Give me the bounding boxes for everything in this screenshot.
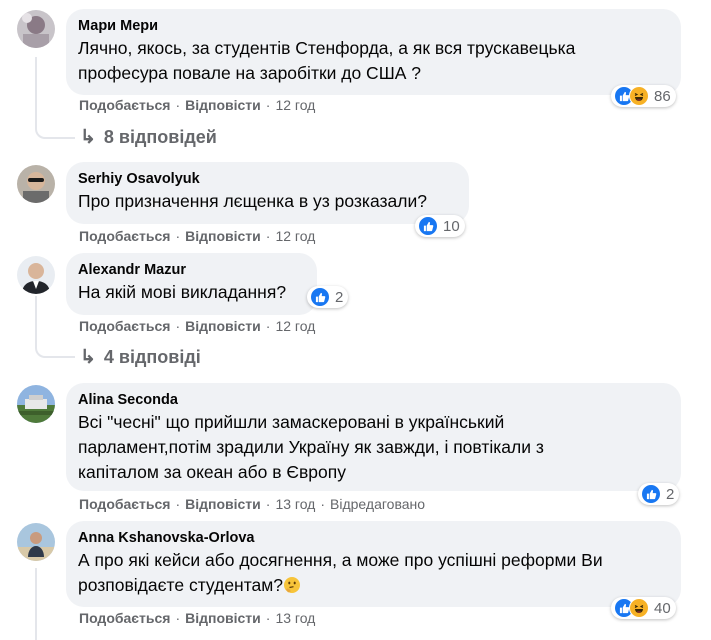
comment-text: Лячно, якось, за студентів Стенфорда, а … (78, 38, 576, 83)
reaction-summary[interactable]: 10 (415, 215, 465, 237)
reaction-count: 10 (443, 217, 460, 235)
reply-button[interactable]: Відповісти (185, 97, 261, 113)
thread-line (35, 346, 75, 358)
comment-timestamp[interactable]: 12 год (275, 228, 315, 244)
comment-author[interactable]: Мари Мери (78, 17, 669, 36)
replies-label: 8 відповідей (103, 127, 217, 147)
like-icon (641, 484, 661, 504)
view-replies-link[interactable]: ↳ 8 відповідей (80, 126, 217, 149)
comment-author[interactable]: Serhiy Osavolyuk (78, 170, 457, 189)
comment-timestamp[interactable]: 13 год (275, 610, 315, 626)
reaction-summary[interactable]: 86 (611, 85, 676, 107)
separator-dot: · (265, 610, 271, 626)
separator-dot: · (175, 496, 181, 512)
comment-actions: Подобається · Відповісти · 13 год (79, 610, 315, 626)
separator-dot: · (175, 228, 181, 244)
comment-actions: Подобається · Відповісти · 12 год (79, 97, 315, 113)
thread-line (35, 57, 37, 127)
comment-text: Всі "чесні" що прийшли замаскеровані в у… (78, 412, 544, 482)
reaction-summary[interactable]: 2 (638, 483, 680, 505)
like-button[interactable]: Подобається (79, 610, 170, 626)
comment-bubble: Alexandr Mazur На якій мові викладання? (66, 253, 317, 315)
avatar[interactable] (17, 523, 55, 561)
comment-timestamp[interactable]: 12 год (275, 318, 315, 334)
reply-arrow-icon: ↳ (80, 127, 96, 148)
reply-arrow-icon: ↳ (80, 347, 96, 368)
reaction-count: 86 (654, 87, 671, 105)
separator-dot: · (175, 610, 181, 626)
separator-dot: · (175, 318, 181, 334)
comment-text: Про призначення лєщенка в уз розказали? (78, 191, 427, 211)
reply-button[interactable]: Відповісти (185, 318, 261, 334)
like-icon (310, 287, 330, 307)
comment-bubble: Мари Мери Лячно, якось, за студентів Сте… (66, 9, 681, 95)
like-button[interactable]: Подобається (79, 228, 170, 244)
comment-timestamp[interactable]: 12 год (275, 97, 315, 113)
reaction-count: 2 (666, 485, 675, 503)
reaction-count: 40 (654, 599, 671, 617)
comment-bubble: Serhiy Osavolyuk Про призначення лєщенка… (66, 162, 469, 224)
avatar[interactable] (17, 165, 55, 203)
comment-timestamp[interactable]: 13 год (275, 496, 315, 512)
avatar[interactable] (17, 10, 55, 48)
comment-text: А про які кейси або досягнення, а може п… (78, 548, 669, 601)
like-icon (418, 216, 438, 236)
edited-label[interactable]: Відредаговано (330, 496, 425, 512)
haha-icon (629, 86, 649, 106)
comment-actions: Подобається · Відповісти · 12 год (79, 318, 315, 334)
thinking-face-icon (283, 576, 301, 601)
reaction-summary[interactable]: 40 (611, 597, 676, 619)
reply-button[interactable]: Відповісти (185, 496, 261, 512)
comment-actions: Подобається · Відповісти · 13 год · Відр… (79, 496, 425, 512)
comment-actions: Подобається · Відповісти · 12 год (79, 228, 315, 244)
reaction-summary[interactable]: 2 (307, 286, 349, 308)
reaction-count: 2 (335, 288, 344, 306)
avatar[interactable] (17, 385, 55, 423)
thread-line (35, 568, 37, 640)
comment-bubble: Alina Seconda Всі "чесні" що прийшли зам… (66, 383, 681, 491)
thread-line (35, 296, 37, 346)
separator-dot: · (175, 97, 181, 113)
separator-dot: · (265, 228, 271, 244)
haha-icon (629, 598, 649, 618)
separator-dot: · (265, 318, 271, 334)
separator-dot: · (320, 496, 326, 512)
like-button[interactable]: Подобається (79, 496, 170, 512)
replies-label: 4 відповіді (103, 347, 201, 367)
thread-line (35, 127, 75, 139)
like-button[interactable]: Подобається (79, 318, 170, 334)
like-button[interactable]: Подобається (79, 97, 170, 113)
separator-dot: · (265, 496, 271, 512)
comment-author[interactable]: Alina Seconda (78, 391, 669, 410)
comment-author[interactable]: Alexandr Mazur (78, 261, 305, 280)
comment-text: На якій мові викладання? (78, 282, 287, 302)
separator-dot: · (265, 97, 271, 113)
avatar[interactable] (17, 256, 55, 294)
reply-button[interactable]: Відповісти (185, 610, 261, 626)
view-replies-link[interactable]: ↳ 4 відповіді (80, 346, 201, 369)
comment-author[interactable]: Anna Kshanovska-Orlova (78, 529, 669, 548)
comment-bubble: Anna Kshanovska-Orlova А про які кейси а… (66, 521, 681, 607)
reply-button[interactable]: Відповісти (185, 228, 261, 244)
